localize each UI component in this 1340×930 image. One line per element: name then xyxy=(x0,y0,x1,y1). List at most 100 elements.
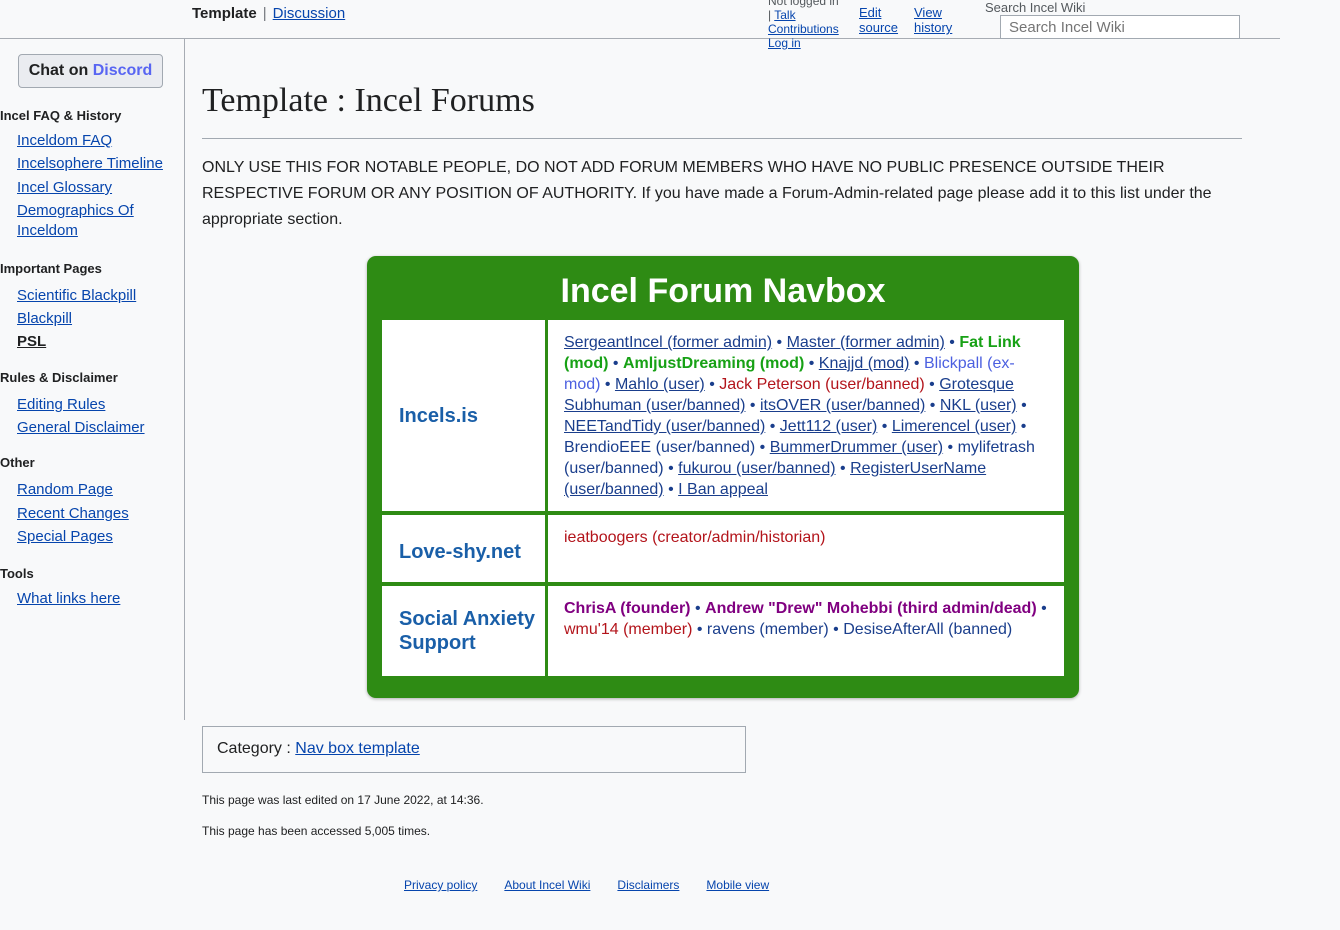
navbox-item[interactable]: I Ban appeal xyxy=(678,481,768,498)
sidebar-item-blackpill[interactable]: Blackpill xyxy=(17,310,72,327)
navbox-item: AmljustDreaming (mod) xyxy=(622,355,805,372)
section-important: Scientific Blackpill Blackpill PSL xyxy=(17,284,136,353)
sidebar-item-demographics[interactable]: Demographics Of Inceldom xyxy=(17,202,134,239)
top-bar: Template | Discussion Not logged in | Talk… xyxy=(0,0,1280,50)
navbox-item[interactable]: fukurou (user/banned) xyxy=(678,460,835,477)
navbox-item[interactable]: itsOVER (user/banned) xyxy=(760,397,925,414)
sidebar-item-inceldom-faq[interactable]: Inceldom FAQ xyxy=(17,132,112,149)
navbox-row: Social Anxiety Support ChrisA (founder) … xyxy=(382,586,1064,676)
bullet-separator: • xyxy=(828,621,844,638)
bullet-separator: • xyxy=(835,460,851,477)
bullet-separator: • xyxy=(690,600,706,617)
navbox-item[interactable]: NEETandTidy (user/banned) xyxy=(564,418,765,435)
bullet-separator: • xyxy=(608,355,623,372)
navbox-row-body: ChrisA (founder) • Andrew "Drew" Mohebbi… xyxy=(548,586,1064,676)
sidebar-item-random-page[interactable]: Random Page xyxy=(17,481,113,498)
navbox-row-label: Love-shy.net xyxy=(382,515,548,582)
section-other-heading: Other xyxy=(0,455,35,470)
bullet-separator: • xyxy=(765,418,780,435)
source-label[interactable]: source xyxy=(859,20,898,35)
bullet-separator: • xyxy=(755,439,770,456)
bullet-separator: • xyxy=(692,621,707,638)
namespace-tabs: Template | Discussion xyxy=(192,5,346,22)
not-logged-in: Not logged in xyxy=(768,0,839,8)
bullet-separator: • xyxy=(944,334,960,351)
navbox-row-label: Incels.is xyxy=(382,320,548,511)
category-link[interactable]: Nav box template xyxy=(295,740,420,757)
search-label: Search Incel Wiki xyxy=(985,0,1086,15)
footer-links: Privacy policy About Incel Wiki Disclaimer… xyxy=(404,878,796,892)
demographics-line2: Inceldom xyxy=(17,222,78,239)
view-history-tab[interactable]: View history xyxy=(914,5,952,35)
history-label[interactable]: history xyxy=(914,20,952,35)
section-rules: Editing Rules General Disclaimer xyxy=(17,393,145,439)
navbox-item[interactable]: BummerDrummer (user) xyxy=(770,439,943,456)
navbox-row-body: SergeantIncel (former admin) • Master (f… xyxy=(548,320,1064,511)
bullet-separator: • xyxy=(909,355,924,372)
sidebar: Chat on Discord Incel FAQ & History Ince… xyxy=(0,39,185,720)
navbox-item[interactable]: SergeantIncel (former admin) xyxy=(564,334,772,351)
navbox-row: Incels.is SergeantIncel (former admin) •… xyxy=(382,320,1064,511)
bullet-separator: • xyxy=(704,376,720,393)
demographics-line1: Demographics Of xyxy=(17,202,134,219)
bullet-separator: • xyxy=(663,460,679,477)
navbox-row-label: Social Anxiety Support xyxy=(382,586,548,676)
disclaimers-link[interactable]: Disclaimers xyxy=(617,878,679,892)
privacy-policy-link[interactable]: Privacy policy xyxy=(404,878,477,892)
page-title: Template : Incel Forums xyxy=(202,82,535,119)
navbox-row: Love-shy.net ieatboogers (creator/admin/… xyxy=(382,515,1064,582)
personal-tools: Not logged in | Talk Contributions Log i… xyxy=(768,0,839,50)
tab-template[interactable]: Template xyxy=(192,5,257,22)
navbox-item: ChrisA (founder) xyxy=(564,600,691,617)
navbox-item: wmu'14 (member) xyxy=(564,621,693,638)
navbox-item: ravens (member) xyxy=(706,621,829,638)
bullet-separator: • xyxy=(772,334,787,351)
bullet-separator: • xyxy=(925,397,940,414)
view-label[interactable]: View xyxy=(914,5,942,20)
discord-button[interactable]: Chat on Discord xyxy=(18,54,163,88)
sidebar-item-editing-rules[interactable]: Editing Rules xyxy=(17,396,105,413)
bullet-separator: • xyxy=(1016,418,1027,435)
navbox-item: BrendioEEE (user/banned) xyxy=(564,439,756,456)
edit-source-tab[interactable]: Edit source xyxy=(859,5,898,35)
bullet-separator: • xyxy=(1036,600,1047,617)
navbox-item[interactable]: Knajjd (mod) xyxy=(819,355,910,372)
contributions-link[interactable]: Contributions xyxy=(768,22,839,36)
login-link[interactable]: Log in xyxy=(768,36,801,50)
sidebar-item-recent-changes[interactable]: Recent Changes xyxy=(17,505,129,522)
section-faq-heading: Incel FAQ & History xyxy=(0,108,122,123)
navbox-item: DesiseAfterAll (banned) xyxy=(843,621,1013,638)
bullet-separator: • xyxy=(663,481,679,498)
sidebar-item-scientific-blackpill[interactable]: Scientific Blackpill xyxy=(17,287,136,304)
sidebar-item-glossary[interactable]: Incel Glossary xyxy=(17,179,112,196)
section-tools-heading: Tools xyxy=(0,566,34,581)
intro-text: ONLY USE THIS FOR NOTABLE PEOPLE, DO NOT… xyxy=(202,159,1212,228)
mobile-view-link[interactable]: Mobile view xyxy=(706,878,769,892)
talk-link[interactable]: Talk xyxy=(774,8,795,22)
navbox-item[interactable]: NKL (user) xyxy=(940,397,1017,414)
edit-label[interactable]: Edit xyxy=(859,5,881,20)
tab-discussion[interactable]: Discussion xyxy=(273,5,346,22)
sidebar-item-disclaimer[interactable]: General Disclaimer xyxy=(17,419,145,436)
bullet-separator: • xyxy=(924,376,940,393)
category-box: Category : Nav box template xyxy=(202,726,746,773)
about-link[interactable]: About Incel Wiki xyxy=(504,878,590,892)
sidebar-item-timeline[interactable]: Incelsophere Timeline xyxy=(17,155,163,172)
navbox-item[interactable]: Limerencel (user) xyxy=(892,418,1016,435)
navbox-item[interactable]: Master (former admin) xyxy=(787,334,945,351)
discord-label: Discord xyxy=(92,62,153,79)
bullet-separator: • xyxy=(1016,397,1027,414)
section-rules-heading: Rules & Disclaimer xyxy=(0,370,118,385)
navbox-title: Incel Forum Navbox xyxy=(560,272,886,310)
navbox-item[interactable]: Mahlo (user) xyxy=(615,376,705,393)
access-count: This page has been accessed 5,005 times. xyxy=(202,824,431,838)
sidebar-item-special-pages[interactable]: Special Pages xyxy=(17,528,113,545)
search-input[interactable] xyxy=(1000,15,1240,39)
sidebar-item-what-links-here[interactable]: What links here xyxy=(17,590,120,607)
discord-chat-label: Chat on xyxy=(28,62,89,79)
sidebar-item-psl[interactable]: PSL xyxy=(17,333,46,350)
bullet-separator: • xyxy=(804,355,819,372)
navbox-item[interactable]: Jett112 (user) xyxy=(780,418,878,435)
last-edited: This page was last edited on 17 June 202… xyxy=(202,793,484,807)
bullet-separator: • xyxy=(600,376,615,393)
